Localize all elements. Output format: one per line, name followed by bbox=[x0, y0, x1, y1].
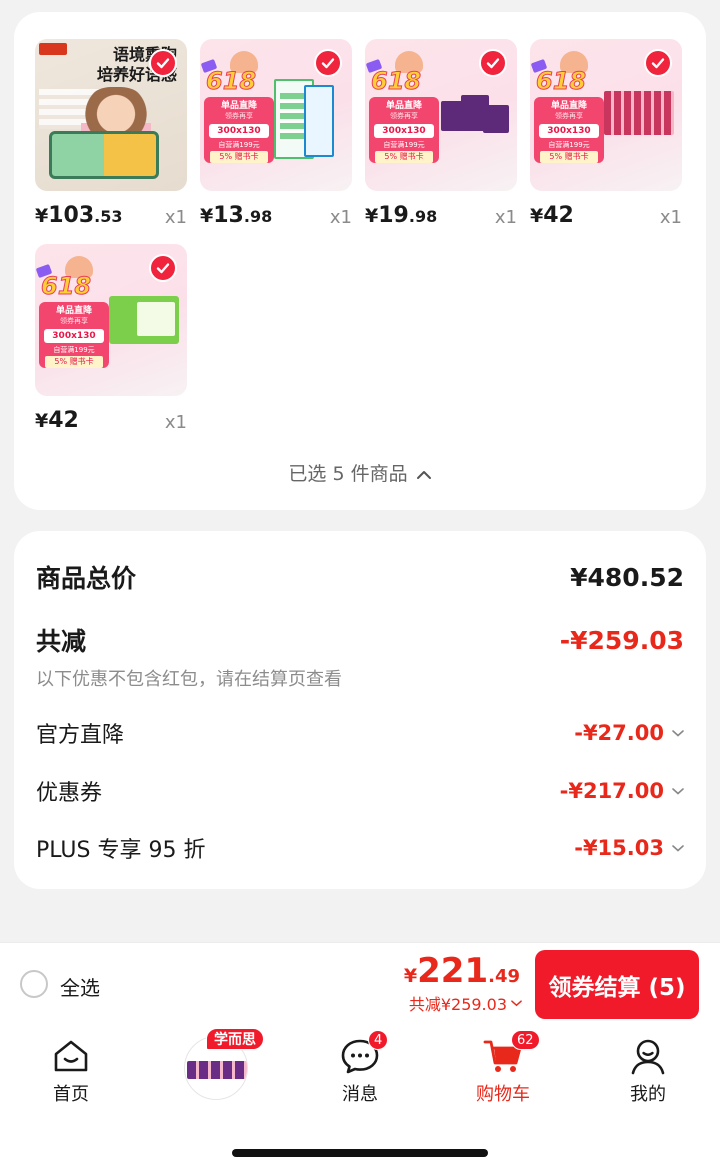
total-value: ¥480.52 bbox=[570, 562, 684, 592]
chevron-down-icon bbox=[511, 1000, 522, 1007]
promo-box: 单品直降 领券再享 300x130 自营满199元 5% 赠书卡 bbox=[534, 97, 604, 163]
promo-box: 单品直降 领券再享 300x130 自营满199元 5% 赠书卡 bbox=[369, 97, 439, 163]
product-quantity: x1 bbox=[164, 412, 187, 433]
total-row: 商品总价 ¥480.52 bbox=[36, 559, 684, 595]
discount-item-row[interactable]: 优惠券 -¥217.00 bbox=[36, 775, 684, 807]
checkmark-icon bbox=[321, 58, 335, 69]
box-illustration bbox=[483, 105, 509, 133]
checkmark-icon bbox=[156, 58, 170, 69]
book-illustration bbox=[304, 85, 334, 157]
product-price: ¥42 bbox=[530, 203, 574, 228]
chevron-down-icon bbox=[672, 788, 684, 795]
selected-checkbox[interactable] bbox=[149, 49, 177, 77]
discount-item-label: 优惠券 bbox=[36, 781, 103, 806]
chevron-down-icon bbox=[672, 845, 684, 852]
cart-badge: 62 bbox=[511, 1030, 540, 1050]
book-illustration bbox=[109, 296, 179, 344]
select-all-label[interactable]: 全选 bbox=[60, 972, 100, 1001]
tab-cart[interactable]: 62 购物车 bbox=[453, 1030, 553, 1106]
discount-row: 共减 -¥259.03 bbox=[36, 622, 684, 658]
discount-note: 以下优惠不包含红包，请在结算页查看 bbox=[36, 669, 342, 690]
brand-logo bbox=[39, 43, 67, 55]
product-quantity: x1 bbox=[164, 207, 187, 228]
selected-products-card: 语境熏陶 培养好语感 ¥103.53 x1 618 单品直降 领券再享 300x… bbox=[14, 12, 706, 510]
brand-tag[interactable]: 学而思 bbox=[206, 1028, 264, 1050]
book-illustration bbox=[49, 131, 159, 179]
product-price: ¥13.98 bbox=[200, 203, 273, 228]
checkout-button[interactable]: 领券结算 (5) bbox=[535, 950, 699, 1019]
tab-home[interactable]: 首页 bbox=[21, 1036, 121, 1106]
checkout-bar: 全选 ¥221.49 共减¥259.03 领券结算 (5) bbox=[0, 942, 720, 1024]
product-price: ¥42 bbox=[35, 408, 79, 433]
product-price: ¥103.53 bbox=[35, 203, 123, 228]
selected-checkbox[interactable] bbox=[314, 49, 342, 77]
selected-checkbox[interactable] bbox=[644, 49, 672, 77]
checkout-discount-detail[interactable]: 共减¥259.03 bbox=[409, 991, 522, 1015]
tab-messages[interactable]: 4 消息 bbox=[310, 1030, 410, 1106]
price-summary-card: 商品总价 ¥480.52 共减 -¥259.03 以下优惠不包含红包，请在结算页… bbox=[14, 531, 706, 889]
product-quantity: x1 bbox=[494, 207, 517, 228]
event-badge: 618 bbox=[206, 67, 257, 96]
checkmark-icon bbox=[486, 58, 500, 69]
discount-item-value: -¥217.00 bbox=[560, 779, 684, 803]
event-badge: 618 bbox=[371, 67, 422, 96]
home-indicator bbox=[232, 1149, 488, 1157]
select-all-checkbox[interactable] bbox=[20, 970, 48, 998]
discount-item-value: -¥27.00 bbox=[574, 721, 684, 745]
selected-count-toggle[interactable]: 已选 5 件商品 bbox=[14, 459, 706, 486]
discount-item-label: 官方直降 bbox=[36, 723, 125, 748]
total-label: 商品总价 bbox=[36, 564, 137, 593]
product-quantity: x1 bbox=[659, 207, 682, 228]
message-badge: 4 bbox=[368, 1030, 389, 1050]
discount-item-label: PLUS 专享 95 折 bbox=[36, 838, 206, 863]
discount-label: 共减 bbox=[36, 627, 87, 656]
discount-item-row[interactable]: PLUS 专享 95 折 -¥15.03 bbox=[36, 832, 684, 864]
promo-box: 单品直降 领券再享 300x130 自营满199元 5% 赠书卡 bbox=[39, 302, 109, 368]
discount-item-row[interactable]: 官方直降 -¥27.00 bbox=[36, 717, 684, 749]
cards-illustration bbox=[604, 91, 674, 135]
discount-item-value: -¥15.03 bbox=[574, 836, 684, 860]
checkmark-icon bbox=[156, 263, 170, 274]
discount-value: -¥259.03 bbox=[559, 625, 684, 655]
chevron-up-icon bbox=[416, 470, 431, 479]
bottom-tab-bar: 首页 学而思 4 消息 62 购物车 我的 bbox=[0, 1024, 720, 1171]
event-badge: 618 bbox=[41, 272, 92, 301]
event-badge: 618 bbox=[536, 67, 587, 96]
checkmark-icon bbox=[651, 58, 665, 69]
selected-checkbox[interactable] bbox=[149, 254, 177, 282]
selected-count-label: 已选 5 件商品 bbox=[288, 463, 408, 485]
chevron-down-icon bbox=[672, 730, 684, 737]
home-icon bbox=[54, 1040, 88, 1072]
tab-profile[interactable]: 我的 bbox=[598, 1036, 698, 1106]
selected-checkbox[interactable] bbox=[479, 49, 507, 77]
profile-icon bbox=[631, 1039, 665, 1075]
product-price: ¥19.98 bbox=[365, 203, 438, 228]
promo-box: 单品直降 领券再享 300x130 自营满199元 5% 赠书卡 bbox=[204, 97, 274, 163]
product-quantity: x1 bbox=[329, 207, 352, 228]
checkout-total: ¥221.49 bbox=[403, 951, 520, 991]
